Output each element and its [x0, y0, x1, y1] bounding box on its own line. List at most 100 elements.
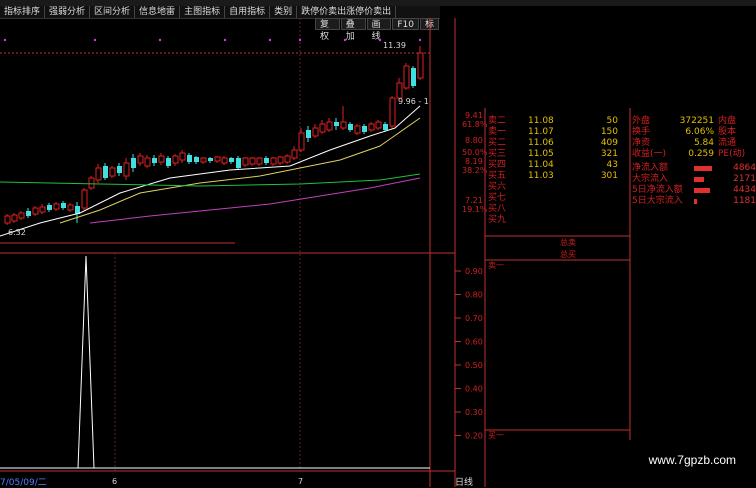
candle-body [194, 157, 199, 162]
menu-item-strength[interactable]: 强弱分析 [45, 6, 91, 18]
candle-body [264, 158, 269, 163]
candle-body [375, 121, 382, 129]
month-mark: 6 [112, 477, 117, 486]
info-row: 外盘 372251 内盘 [632, 116, 737, 126]
candle-body [221, 157, 228, 164]
info-row: 收益(一) 0.259 PE(动) [632, 149, 746, 159]
flow-bar [694, 199, 697, 204]
menu-item-main-indicator[interactable]: 主图指标 [180, 6, 226, 18]
candle-body [137, 155, 144, 164]
candles [4, 46, 424, 225]
bid-row[interactable]: 买三 11.05 321 [488, 149, 628, 160]
candle-body [109, 167, 116, 177]
candle-body [348, 124, 353, 130]
ob-level-label: 买九 [488, 215, 507, 225]
ob-volume: 150 [600, 127, 618, 137]
ob-price [528, 204, 568, 215]
ob-volume: 301 [600, 171, 618, 181]
candle-body [214, 156, 221, 162]
timeframe-tab[interactable]: 日线 [455, 475, 473, 488]
bid-row[interactable]: 买二 11.06 409 [488, 138, 628, 149]
ma-label: 9.96 - 1 [398, 97, 429, 106]
candle-body [53, 203, 60, 210]
candle-body [362, 126, 367, 132]
candle-body [32, 207, 39, 215]
ob-level-label: 买六 [488, 182, 507, 192]
menu-item-limit-orders[interactable]: 跌停价卖出涨停价卖出 [297, 6, 397, 18]
candle-body [103, 166, 108, 178]
ob-volume: 321 [600, 149, 618, 159]
price-tick: 9.41 [465, 111, 483, 120]
ob-price: 11.04 [528, 160, 554, 170]
month-mark: 7 [298, 477, 303, 486]
bid-row[interactable]: 买五 11.03 301 [488, 171, 628, 182]
ob-volume [568, 193, 618, 204]
ob-volume [568, 182, 618, 193]
candle-body [256, 157, 263, 165]
candle-body [270, 157, 277, 165]
candle-body [229, 158, 234, 162]
candle-body [368, 123, 375, 131]
ob-volume: 43 [606, 160, 618, 170]
bid-row[interactable]: 买六 [488, 182, 628, 193]
menu-item-indicator-sort[interactable]: 指标排序 [0, 6, 46, 18]
indicator-tick: 0.50 [465, 361, 483, 370]
flow-row: 大宗流入 2171 [632, 174, 756, 184]
ob-price: 11.07 [528, 127, 554, 137]
pct-tick: 61.8% [462, 120, 488, 129]
candle-body [383, 124, 388, 130]
indicator-tick: 0.20 [465, 432, 483, 441]
low-price-label: 6.32 [8, 228, 26, 237]
flow-row: 5日净流入额 4434 [632, 185, 756, 195]
candle-body [249, 157, 256, 165]
candle-body [284, 155, 291, 163]
ob-price: 11.08 [528, 116, 554, 126]
bid-row[interactable]: 买四 11.04 43 [488, 160, 628, 171]
buy-one-label: 买一 [488, 431, 504, 440]
ob-price: 11.05 [528, 149, 554, 159]
bid-row[interactable]: 买八 [488, 204, 628, 215]
ob-price [528, 182, 568, 193]
candle-body [236, 158, 241, 168]
flow-row: 净流入额 4864 [632, 163, 756, 173]
flow-bar [694, 188, 710, 193]
total-buy-label: 总买 [560, 249, 576, 259]
indicator-tick: 0.30 [465, 408, 483, 417]
candle-body [47, 205, 52, 210]
candle-body [117, 166, 122, 173]
candle-body [403, 65, 410, 89]
signal-dot [418, 38, 422, 42]
signal-dot [298, 38, 302, 42]
candle-body [152, 158, 157, 163]
info-row: 净资 5.84 流通 [632, 138, 737, 148]
signal-dot [158, 38, 162, 42]
candle-body [411, 68, 416, 86]
indicator-tick: 0.80 [465, 291, 483, 300]
flow-bar [694, 177, 704, 182]
indicator-tick: 0.60 [465, 338, 483, 347]
menu-item-info-mine[interactable]: 信息地雷 [135, 6, 181, 18]
candle-body [417, 52, 424, 79]
ask-row[interactable]: 卖二 11.08 50 [488, 116, 628, 127]
kline-chart[interactable]: 11.39 6.32 9.96 - 1 9.41 61.8% 8.80 50.0… [0, 18, 756, 487]
ask-row[interactable]: 卖一 11.07 150 [488, 127, 628, 138]
price-tick: 8.19 [465, 157, 483, 166]
candle-body [319, 123, 326, 133]
watermark: www.7gpzb.com [648, 453, 736, 467]
bid-row[interactable]: 买七 [488, 193, 628, 204]
candle-body [354, 125, 361, 134]
menu-item-category[interactable]: 类别 [270, 6, 298, 18]
candle-body [88, 177, 95, 189]
ob-price [528, 193, 568, 204]
indicator-tick: 0.40 [465, 385, 483, 394]
quote-info-table: 外盘 372251 内盘 换手 6.06% 股本 净资 5.84 流通 收益(一) 0.259… [632, 116, 756, 160]
signal-dot [378, 38, 382, 42]
menu-item-range[interactable]: 区间分析 [90, 6, 136, 18]
signal-dot [343, 38, 347, 42]
candle-body [26, 211, 31, 216]
menu-item-custom-indicator[interactable]: 自用指标 [225, 6, 271, 18]
candle-body [298, 132, 305, 151]
ob-volume: 50 [606, 116, 618, 126]
ob-price [528, 215, 568, 226]
bid-row[interactable]: 买九 [488, 215, 628, 226]
